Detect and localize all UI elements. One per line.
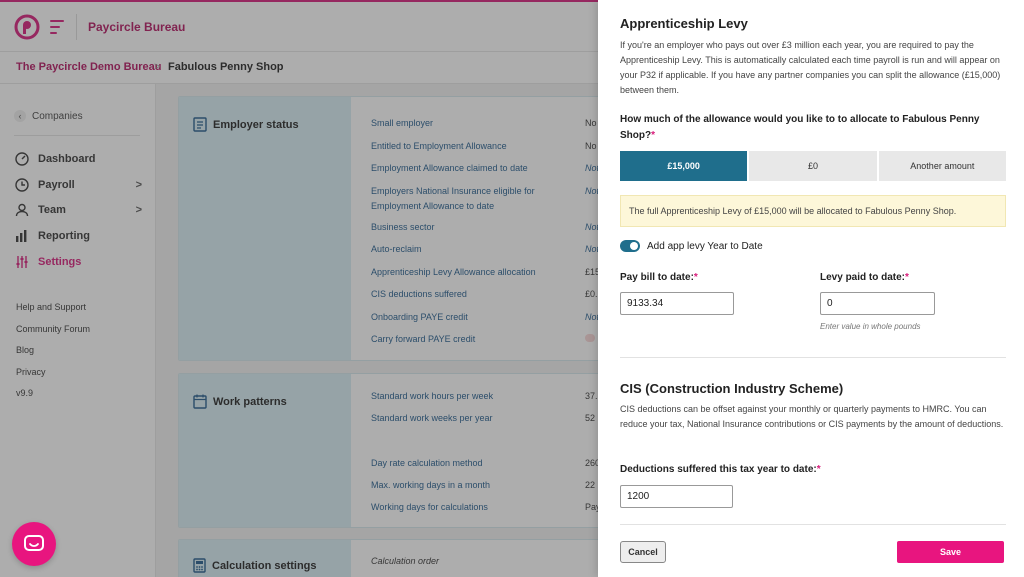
option-zero-button[interactable]: £0	[749, 151, 877, 181]
deductions-input[interactable]	[620, 485, 733, 508]
cis-description: CIS deductions can be offset against you…	[620, 404, 1004, 429]
allocation-notice: The full Apprenticeship Levy of £15,000 …	[620, 195, 1006, 227]
option-another-amount-button[interactable]: Another amount	[878, 151, 1006, 181]
allowance-option-group: £15,000 £0 Another amount	[620, 151, 1006, 181]
levy-paid-label: Levy paid to date:*	[820, 272, 909, 283]
required-mark: *	[651, 130, 656, 141]
question-label: How much of the allowance would you like…	[620, 114, 980, 141]
toggle-label: Add app levy Year to Date	[647, 240, 763, 252]
divider	[620, 524, 1006, 525]
deductions-label: Deductions suffered this tax year to dat…	[620, 464, 821, 475]
allocation-question: How much of the allowance would you like…	[620, 112, 1006, 144]
divider	[620, 357, 1006, 358]
levy-paid-hint: Enter value in whole pounds	[820, 322, 921, 331]
option-15000-button[interactable]: £15,000	[620, 151, 748, 181]
levy-ytd-toggle[interactable]	[620, 240, 640, 252]
chat-bubble-icon[interactable]	[12, 522, 56, 566]
cancel-button[interactable]: Cancel	[620, 541, 666, 563]
drawer-intro-text: If you're an employer who pays out over …	[620, 40, 1001, 95]
levy-ytd-toggle-row: Add app levy Year to Date	[620, 240, 763, 252]
save-button[interactable]: Save	[897, 541, 1004, 563]
cis-title: CIS (Construction Industry Scheme)	[620, 381, 844, 396]
pay-bill-label: Pay bill to date:*	[620, 272, 698, 283]
levy-paid-input[interactable]	[820, 292, 935, 315]
apprenticeship-levy-drawer: Apprenticeship Levy If you're an employe…	[598, 0, 1024, 577]
modal-backdrop[interactable]	[0, 0, 598, 577]
drawer-title: Apprenticeship Levy	[620, 16, 748, 31]
pay-bill-input[interactable]	[620, 292, 734, 315]
